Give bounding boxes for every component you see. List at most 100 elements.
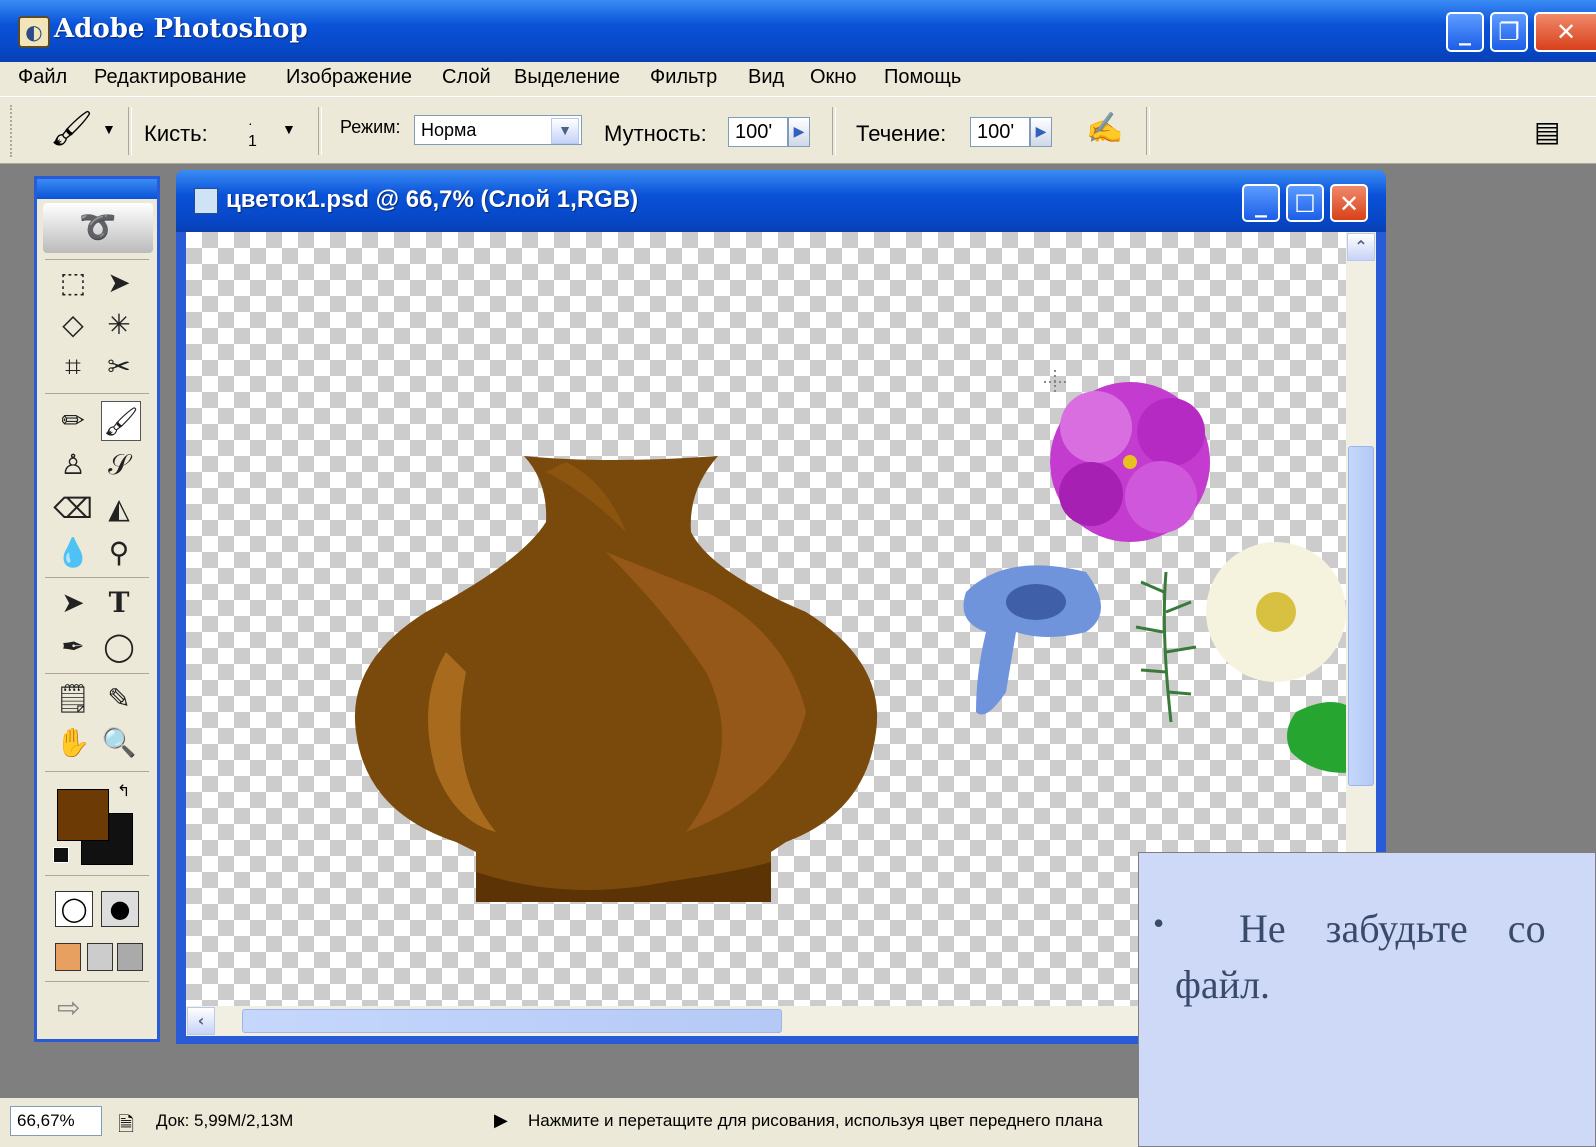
close-button[interactable]: ✕ <box>1534 12 1596 52</box>
zoom-level-field[interactable]: 66,67% <box>10 1106 102 1136</box>
separator <box>45 393 149 394</box>
crop-tool-icon[interactable]: ⌗ <box>53 347 93 387</box>
zoom-tool-icon[interactable]: 🔍 <box>99 723 139 763</box>
palette-well-icon[interactable]: ▤ <box>1534 115 1560 148</box>
ellipse-tool-icon[interactable]: ◯ <box>99 627 139 667</box>
doc-size-text: Док: 5,99M/2,13M <box>156 1111 294 1130</box>
foreground-color-swatch[interactable] <box>57 789 109 841</box>
opacity-label: Мутность: <box>604 121 707 146</box>
app-title: Adobe Photoshop <box>54 14 308 44</box>
brush-dot-icon: · <box>248 115 253 131</box>
brush-tool-icon[interactable]: 🖌 <box>101 401 141 441</box>
opacity-input[interactable]: 100' <box>728 117 788 147</box>
jump-to-imageready-icon[interactable]: ⇨ <box>57 991 80 1024</box>
mode-value: Норма <box>421 120 477 140</box>
scroll-up-arrow-icon[interactable]: ⌃ <box>1347 233 1375 261</box>
screen-mode-full-icon[interactable] <box>117 943 143 971</box>
screen-mode-full-menu-icon[interactable] <box>87 943 113 971</box>
separator <box>45 259 149 260</box>
paint-bucket-icon[interactable]: ◭ <box>99 489 139 529</box>
mode-label: Режим: <box>340 117 401 137</box>
brush-label: Кисть: <box>144 121 208 146</box>
mode-select[interactable]: Норма ▼ <box>414 115 582 145</box>
menu-edit[interactable]: Редактирование <box>94 66 246 89</box>
vertical-scroll-thumb[interactable] <box>1348 446 1374 786</box>
vase-image <box>354 456 878 902</box>
separator <box>1146 107 1150 155</box>
menu-file[interactable]: Файл <box>18 66 67 89</box>
status-menu-arrow-icon[interactable]: ▶ <box>494 1110 508 1131</box>
history-brush-icon[interactable]: 𝒮 <box>99 445 139 485</box>
photoshop-app-icon: ◐ <box>18 16 50 48</box>
daisy-flower-image <box>1206 542 1346 682</box>
healing-brush-icon[interactable]: ✏ <box>53 401 93 441</box>
menu-image[interactable]: Изображение <box>286 66 412 89</box>
document-icon <box>194 188 218 214</box>
note-box: • Не забудьте со файл. <box>1138 852 1596 1147</box>
document-titlebar[interactable]: цветок1.psd @ 66,7% (Слой 1,RGB) _ ☐ ✕ <box>176 170 1386 232</box>
menu-filter[interactable]: Фильтр <box>650 66 717 89</box>
brush-size[interactable]: 1 <box>248 133 257 151</box>
restore-button[interactable]: ❐ <box>1490 12 1528 52</box>
pen-tool-icon[interactable]: ✒ <box>53 627 93 667</box>
eraser-tool-icon[interactable]: ⌫ <box>53 489 93 529</box>
chevron-down-icon[interactable]: ▼ <box>551 118 579 144</box>
brush-tool-preset-icon[interactable]: 🖌 <box>50 109 93 149</box>
scroll-left-arrow-icon[interactable]: ‹ <box>187 1007 215 1035</box>
separator <box>45 673 149 674</box>
toolbox-header[interactable] <box>37 179 157 199</box>
chevron-down-icon[interactable]: ▼ <box>102 121 116 137</box>
brush-picker-chevron-icon[interactable]: ▼ <box>282 121 296 137</box>
adobe-online-icon[interactable]: ➰ <box>43 203 153 253</box>
slice-tool-icon[interactable]: ✂ <box>99 347 139 387</box>
document-title: цветок1.psd @ 66,7% (Слой 1,RGB) <box>226 186 639 213</box>
note-line-2: файл. <box>1175 962 1271 1007</box>
default-colors-icon[interactable] <box>53 847 69 863</box>
blur-tool-icon[interactable]: 💧 <box>53 533 93 573</box>
magic-wand-icon[interactable]: ✳ <box>99 305 139 345</box>
status-hint-text: Нажмите и перетащите для рисования, испо… <box>528 1111 1103 1130</box>
move-tool-icon[interactable]: ➤ <box>99 263 139 303</box>
airbrush-icon[interactable]: ✍ <box>1086 111 1123 146</box>
separator <box>45 875 149 876</box>
eyedropper-icon[interactable]: ✎ <box>99 679 139 719</box>
document-info-icon[interactable]: 🗎 <box>118 1110 134 1144</box>
flow-slider-arrow-icon[interactable]: ▶ <box>1030 117 1052 147</box>
minimize-button[interactable]: _ <box>1446 12 1484 52</box>
opacity-slider-arrow-icon[interactable]: ▶ <box>788 117 810 147</box>
blue-flower-image <box>963 565 1101 715</box>
purple-flower-image <box>1050 382 1210 542</box>
menu-window[interactable]: Окно <box>810 66 856 89</box>
separator <box>832 107 836 155</box>
dodge-tool-icon[interactable]: ⚲ <box>99 533 139 573</box>
menu-layer[interactable]: Слой <box>442 66 491 89</box>
doc-minimize-button[interactable]: _ <box>1242 184 1280 222</box>
marquee-tool-icon[interactable]: ⬚ <box>53 263 93 303</box>
menu-select[interactable]: Выделение <box>514 66 620 89</box>
standard-mode-icon[interactable]: ◯ <box>55 891 93 927</box>
note-line-1: Не забудьте со <box>1239 906 1546 951</box>
separator <box>318 107 322 155</box>
quick-mask-icon[interactable]: ● <box>101 891 139 927</box>
flow-input[interactable]: 100' <box>970 117 1030 147</box>
menu-help[interactable]: Помощь <box>884 66 961 89</box>
doc-maximize-button[interactable]: ☐ <box>1286 184 1324 222</box>
path-selection-icon[interactable]: ➤ <box>53 583 93 623</box>
swap-colors-icon[interactable]: ↰ <box>117 781 130 800</box>
options-grip[interactable] <box>10 105 18 157</box>
horizontal-scroll-thumb[interactable] <box>242 1009 782 1033</box>
doc-close-button[interactable]: ✕ <box>1330 184 1368 222</box>
green-leaf-image <box>1287 702 1346 773</box>
separator <box>128 107 132 155</box>
app-titlebar: ◐ Adobe Photoshop _ ❐ ✕ <box>0 0 1596 62</box>
type-tool-icon[interactable]: T <box>99 583 139 623</box>
screen-mode-standard-icon[interactable] <box>55 943 81 971</box>
green-sprig-image <box>1135 571 1197 723</box>
separator <box>45 981 149 982</box>
clone-stamp-icon[interactable]: ♙ <box>53 445 93 485</box>
bullet-icon: • <box>1153 905 1165 941</box>
menu-view[interactable]: Вид <box>748 66 784 89</box>
lasso-tool-icon[interactable]: ◇ <box>53 305 93 345</box>
notes-tool-icon[interactable]: 🗒 <box>53 679 93 719</box>
hand-tool-icon[interactable]: ✋ <box>53 723 93 763</box>
